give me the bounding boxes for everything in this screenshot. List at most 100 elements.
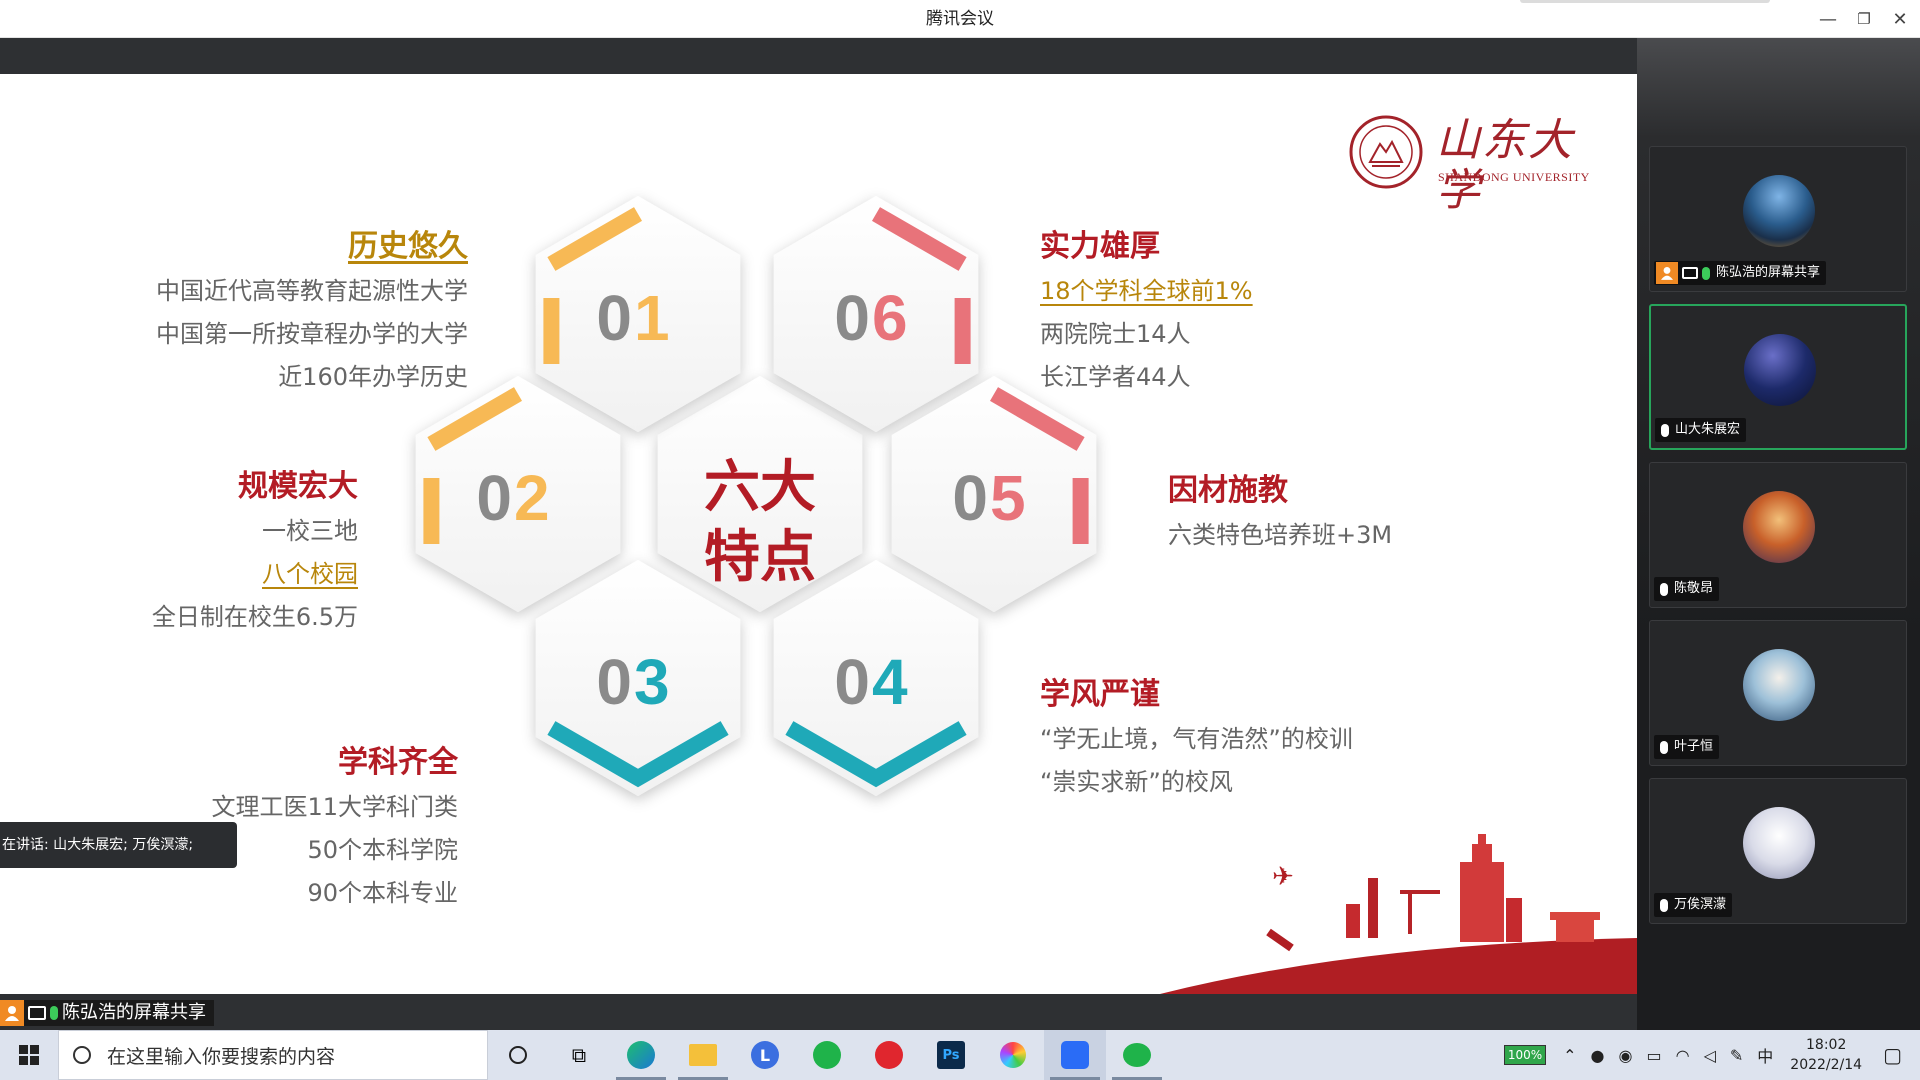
feature-history-line: 中国第一所按章程办学的大学 bbox=[156, 320, 468, 348]
folder-icon bbox=[689, 1044, 717, 1066]
taskbar-app-task-view[interactable]: ⧉ bbox=[548, 1030, 610, 1080]
participant-tile[interactable]: 万俟溟濛 bbox=[1649, 778, 1907, 924]
notification-icon[interactable]: ▢ bbox=[1883, 1043, 1902, 1067]
hexagon-number-tens: 0 bbox=[952, 462, 988, 534]
taskbar-app-wechat[interactable] bbox=[1106, 1030, 1168, 1080]
cortana-button[interactable] bbox=[488, 1030, 548, 1080]
feature-history: 历史悠久 中国近代高等教育起源性大学 中国第一所按章程办学的大学 近160年办学… bbox=[120, 224, 468, 399]
hexagon-number-tens: 0 bbox=[834, 646, 870, 718]
share-label-bar: 陈弘浩的屏幕共享 bbox=[0, 994, 1637, 1030]
participant-name: 叶子恒 bbox=[1674, 739, 1714, 754]
taskbar-app-l[interactable]: L bbox=[734, 1030, 796, 1080]
cortana-circle-icon bbox=[509, 1046, 527, 1064]
feature-scale-line: 一校三地 bbox=[262, 517, 358, 545]
chevron-up-icon[interactable]: ⌃ bbox=[1563, 1046, 1576, 1065]
feature-subjects-line: 90个本科专业 bbox=[307, 879, 458, 907]
battery-indicator[interactable]: 100% bbox=[1503, 1045, 1547, 1065]
taskbar-app-green[interactable] bbox=[796, 1030, 858, 1080]
tencent-meeting-window: 腾讯会议 — ❐ ✕ 山东大学 SHANDONG UNIVERSITY 0 1 … bbox=[0, 0, 1920, 1080]
avatar bbox=[1743, 175, 1815, 247]
feature-scale-title: 规模宏大 bbox=[238, 469, 358, 504]
participant-tile[interactable]: 山大朱展宏 bbox=[1649, 304, 1907, 450]
microphone-icon bbox=[1702, 266, 1710, 280]
feature-style-title: 学风严谨 bbox=[1040, 677, 1160, 712]
participant-label: 陈敬昂 bbox=[1654, 577, 1720, 601]
pen-icon[interactable]: ✎ bbox=[1730, 1046, 1743, 1065]
qq-icon[interactable]: ◉ bbox=[1619, 1046, 1633, 1065]
tencent-meeting-icon bbox=[1061, 1041, 1089, 1069]
avatar bbox=[1744, 334, 1816, 406]
microphone-icon bbox=[50, 1006, 58, 1020]
participant-name: 万俟溟濛 bbox=[1674, 897, 1727, 912]
microphone-icon bbox=[1660, 898, 1668, 912]
participant-label: 叶子恒 bbox=[1654, 735, 1720, 759]
center-title-line-2: 特点 bbox=[704, 524, 816, 590]
feature-strength-line: 两院院士14人 bbox=[1040, 320, 1191, 348]
share-owner-label: 陈弘浩的屏幕共享 bbox=[0, 1000, 214, 1026]
hexagon-number-ones: 3 bbox=[634, 646, 670, 718]
window-title: 腾讯会议 bbox=[926, 9, 994, 29]
screen-share-icon bbox=[28, 1006, 46, 1020]
avatar bbox=[1743, 807, 1815, 879]
ime-indicator[interactable]: 中 bbox=[1757, 1043, 1773, 1067]
screen-share-icon bbox=[1682, 267, 1698, 279]
l-app-icon: L bbox=[751, 1041, 779, 1069]
six-features-title: 六大 特点 bbox=[690, 452, 830, 592]
participant-name: 山大朱展宏 bbox=[1675, 422, 1741, 437]
hexagon-number-tens: 0 bbox=[596, 646, 632, 718]
start-button[interactable] bbox=[0, 1030, 58, 1080]
screen-share-top-bar bbox=[0, 38, 1637, 74]
participant-tile[interactable]: 陈敬昂 bbox=[1649, 462, 1907, 608]
avatar bbox=[1743, 649, 1815, 721]
taskbar-app-photoshop[interactable]: Ps bbox=[920, 1030, 982, 1080]
photoshop-icon: Ps bbox=[937, 1041, 965, 1069]
hexagon-number-tens: 0 bbox=[476, 462, 512, 534]
taskbar-app-netease-music[interactable] bbox=[858, 1030, 920, 1080]
task-view-icon: ⧉ bbox=[571, 1043, 587, 1067]
close-icon: ✕ bbox=[1892, 8, 1908, 30]
feature-scale-line-link: 八个校园 bbox=[262, 560, 358, 588]
close-button[interactable]: ✕ bbox=[1882, 4, 1918, 34]
hexagon-number-tens: 0 bbox=[596, 282, 632, 354]
shared-slide: 山东大学 SHANDONG UNIVERSITY 010602050304 六大… bbox=[0, 74, 1637, 994]
participant-name: 陈弘浩的屏幕共享 bbox=[1716, 265, 1821, 280]
feature-teaching: 因材施教 六类特色培养班+3M bbox=[1168, 468, 1488, 557]
clock-date: 2022/2/14 bbox=[1790, 1057, 1863, 1073]
taskbar-app-color-wheel[interactable] bbox=[982, 1030, 1044, 1080]
feature-teaching-title: 因材施教 bbox=[1168, 473, 1288, 508]
color-wheel-icon bbox=[1000, 1042, 1026, 1068]
system-clock[interactable]: 18:02 2022/2/14 bbox=[1790, 1035, 1862, 1075]
minimize-button[interactable]: — bbox=[1810, 4, 1846, 34]
feature-subjects-title: 学科齐全 bbox=[338, 745, 458, 780]
participant-label: 陈弘浩的屏幕共享 bbox=[1654, 261, 1827, 285]
green-app-icon bbox=[813, 1041, 841, 1069]
hexagon-number-ones: 5 bbox=[990, 462, 1026, 534]
taskbar-app-tencent-meeting[interactable] bbox=[1044, 1030, 1106, 1080]
center-title-line-1: 六大 bbox=[704, 454, 816, 520]
microphone-tray-icon[interactable]: ● bbox=[1591, 1046, 1605, 1065]
taskbar-search-box[interactable]: 在这里输入你要搜索的内容 bbox=[58, 1030, 488, 1080]
feature-teaching-line: 六类特色培养班+3M bbox=[1168, 521, 1393, 549]
feature-style-line: “学无止境，气有浩然”的校训 bbox=[1040, 725, 1353, 753]
wechat-icon bbox=[1123, 1043, 1151, 1067]
taskbar-app-edge[interactable] bbox=[610, 1030, 672, 1080]
satellite-icon bbox=[1266, 928, 1294, 952]
search-placeholder: 在这里输入你要搜索的内容 bbox=[107, 1045, 336, 1068]
restore-button[interactable]: ❐ bbox=[1846, 4, 1882, 34]
minimize-icon: — bbox=[1819, 8, 1837, 30]
battery-icon[interactable]: ▭ bbox=[1646, 1046, 1661, 1065]
system-tray: 100% ⌃ ● ◉ ▭ ◠ ◁ ✎ 中 18:02 2022/2/14 ▢ bbox=[1503, 1030, 1920, 1080]
windows-taskbar: 在这里输入你要搜索的内容 ⧉ L Ps 100% ⌃ ● ◉ ▭ ◠ ◁ ✎ 中… bbox=[0, 1030, 1920, 1080]
participant-panel: 陈弘浩的屏幕共享 山大朱展宏 陈敬昂 叶子恒 万俟溟濛 bbox=[1637, 38, 1920, 1030]
volume-icon[interactable]: ◁ bbox=[1704, 1046, 1716, 1065]
taskbar-app-file-explorer[interactable] bbox=[672, 1030, 734, 1080]
participant-tile[interactable]: 陈弘浩的屏幕共享 bbox=[1649, 146, 1907, 292]
feature-scale-line: 全日制在校生6.5万 bbox=[151, 603, 358, 631]
hexagon-number-ones: 1 bbox=[634, 282, 670, 354]
person-icon bbox=[1656, 262, 1678, 284]
participant-tile[interactable]: 叶子恒 bbox=[1649, 620, 1907, 766]
participant-label: 山大朱展宏 bbox=[1655, 418, 1747, 442]
hexagon-number-ones: 6 bbox=[872, 282, 908, 354]
wifi-icon[interactable]: ◠ bbox=[1676, 1046, 1690, 1065]
feature-strength-title: 实力雄厚 bbox=[1040, 229, 1160, 264]
